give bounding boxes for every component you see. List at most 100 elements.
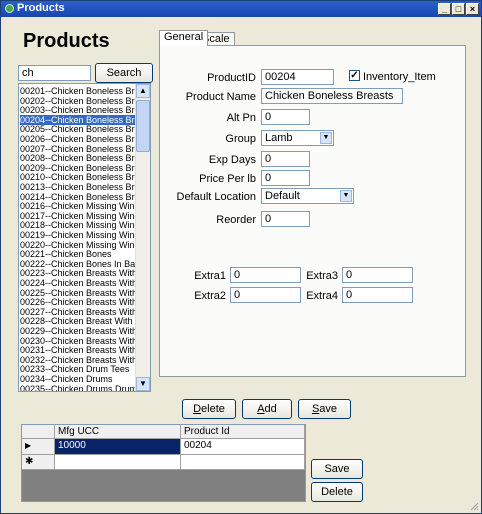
list-item[interactable]: 00204--Chicken Boneless Breasts <box>20 114 135 125</box>
list-item[interactable]: 00234--Chicken Drums <box>20 374 135 384</box>
list-item[interactable]: 00225--Chicken Breasts Without <box>20 288 135 298</box>
list-item[interactable]: 00220--Chicken Missing Wings <box>20 240 135 250</box>
list-item[interactable]: 00233--Chicken Drum Tees <box>20 364 135 374</box>
ucc-save-button[interactable]: Save <box>311 459 363 479</box>
list-item[interactable]: 00205--Chicken Boneless Breasts <box>20 124 135 134</box>
list-item[interactable]: 00209--Chicken Boneless Breasts <box>20 163 135 173</box>
save-label: ave <box>319 403 338 415</box>
group-select[interactable]: Lamb ▼ <box>261 130 334 146</box>
delete-accelerator: D <box>193 403 202 415</box>
grid-cell-product-id[interactable]: 00204 <box>181 439 305 455</box>
save-button[interactable]: Save <box>298 399 351 419</box>
extra2-field[interactable] <box>230 287 301 303</box>
list-item[interactable]: 00208--Chicken Boneless Breasts <box>20 153 135 163</box>
productid-field[interactable] <box>261 69 334 85</box>
default-location-label: Default Location <box>176 191 257 203</box>
extra4-label: Extra4 <box>306 290 338 302</box>
list-item[interactable]: 00219--Chicken Missing Wings <box>20 230 135 240</box>
minimize-button[interactable]: _ <box>438 3 451 15</box>
delete-label: elete <box>201 403 225 415</box>
price-per-lb-label: Price Per lb <box>199 173 256 185</box>
extra1-field[interactable] <box>230 267 301 283</box>
list-item[interactable]: 00207--Chicken Boneless Breasts <box>20 144 135 154</box>
search-button[interactable]: Search <box>95 63 153 83</box>
list-item[interactable]: 00210--Chicken Boneless Breasts <box>20 172 135 182</box>
list-item[interactable]: 00214--Chicken Boneless Breasts <box>20 192 135 202</box>
list-item[interactable]: 00203--Chicken Boneless Breasts <box>20 105 135 115</box>
list-item[interactable]: 00230--Chicken Breasts With Wir <box>20 336 135 346</box>
list-item[interactable]: 00206--Chicken Boneless Breasts <box>20 134 135 144</box>
list-item[interactable]: 00224--Chicken Breasts Without <box>20 278 135 288</box>
window-title: Products <box>17 2 65 14</box>
group-value: Lamb <box>265 132 293 144</box>
extra2-label: Extra2 <box>194 290 226 302</box>
row-indicator-icon[interactable]: ▶ <box>22 439 55 455</box>
list-item[interactable]: 00201--Chicken Boneless Breasts <box>20 86 135 96</box>
extra4-field[interactable] <box>342 287 413 303</box>
page-title: Products <box>23 30 110 52</box>
extra3-field[interactable] <box>342 267 413 283</box>
general-tab-panel: ProductID ✓ Inventory_Item Product Name … <box>159 45 466 377</box>
search-input[interactable] <box>18 65 91 81</box>
product-list-scrollbar[interactable]: ▲ ▼ <box>135 84 150 391</box>
column-header-mfg-ucc[interactable]: Mfg UCC <box>55 425 181 439</box>
list-item[interactable]: 00202--Chicken Boneless Breasts <box>20 96 135 106</box>
alt-pn-label: Alt Pn <box>226 112 256 124</box>
list-item[interactable]: 00228--Chicken Breast With Wing <box>20 316 135 326</box>
products-window: Products _ □ × Products Search 00201--Ch… <box>0 0 482 514</box>
chevron-down-icon[interactable]: ▼ <box>340 190 352 202</box>
add-button[interactable]: Add <box>242 399 292 419</box>
add-accelerator: A <box>257 403 265 415</box>
exp-days-label: Exp Days <box>208 154 256 166</box>
scroll-up-icon[interactable]: ▲ <box>136 84 150 98</box>
inventory-item-checkbox[interactable]: ✓ <box>349 70 360 81</box>
list-item[interactable]: 00232--Chicken Breasts With Wir <box>20 355 135 365</box>
add-label: dd <box>264 403 277 415</box>
list-item[interactable]: 00223--Chicken Breasts Without <box>20 268 135 278</box>
list-item[interactable]: 00217--Chicken Missing Wings <box>20 211 135 221</box>
tab-general[interactable]: General <box>159 30 209 46</box>
chevron-down-icon[interactable]: ▼ <box>320 132 332 144</box>
list-item[interactable]: 00218--Chicken Missing Wings <box>20 220 135 230</box>
productid-label: ProductID <box>207 72 256 84</box>
scroll-down-icon[interactable]: ▼ <box>136 377 150 391</box>
inventory-item-label: Inventory_Item <box>363 71 436 83</box>
group-label: Group <box>225 133 256 145</box>
extra1-label: Extra1 <box>194 270 226 282</box>
grid-corner <box>22 425 55 439</box>
reorder-field[interactable] <box>261 211 310 227</box>
default-location-select[interactable]: Default ▼ <box>261 188 354 204</box>
list-item[interactable]: 00235--Chicken Drums Drums An <box>20 384 135 391</box>
list-item[interactable]: 00216--Chicken Missing Wings <box>20 201 135 211</box>
new-row-icon[interactable]: ✱ <box>22 455 55 470</box>
reorder-label: Reorder <box>216 214 256 226</box>
list-item[interactable]: 00226--Chicken Breasts Without <box>20 297 135 307</box>
grid-new-cell-mfg-ucc[interactable] <box>55 455 181 470</box>
list-item[interactable]: 00227--Chicken Breasts Without <box>20 307 135 317</box>
close-button[interactable]: × <box>466 3 479 15</box>
app-icon <box>5 4 14 13</box>
extra3-label: Extra3 <box>306 270 338 282</box>
list-item[interactable]: 00213--Chicken Boneless Breast <box>20 182 135 192</box>
product-list[interactable]: 00201--Chicken Boneless Breasts00202--Ch… <box>18 83 151 392</box>
product-name-label: Product Name <box>185 91 256 103</box>
grid-new-cell-product-id[interactable] <box>181 455 305 470</box>
resize-grip-icon[interactable] <box>469 501 479 511</box>
price-per-lb-field[interactable] <box>261 170 310 186</box>
grid-cell-mfg-ucc[interactable]: 10000 <box>55 439 181 455</box>
default-location-value: Default <box>265 190 300 202</box>
list-item[interactable]: 00231--Chicken Breasts With Wir <box>20 345 135 355</box>
list-item[interactable]: 00229--Chicken Breasts With Wir <box>20 326 135 336</box>
product-name-field[interactable] <box>261 88 403 104</box>
mfg-ucc-grid[interactable]: Mfg UCC Product Id ▶ 10000 00204 ✱ <box>21 424 306 502</box>
alt-pn-field[interactable] <box>261 109 310 125</box>
list-item[interactable]: 00222--Chicken Bones In Bags <box>20 259 135 269</box>
title-bar[interactable]: Products _ □ × <box>1 1 481 17</box>
scroll-thumb[interactable] <box>136 100 150 152</box>
exp-days-field[interactable] <box>261 151 310 167</box>
ucc-delete-button[interactable]: Delete <box>311 482 363 502</box>
column-header-product-id[interactable]: Product Id <box>181 425 305 439</box>
maximize-button[interactable]: □ <box>452 3 465 15</box>
list-item[interactable]: 00221--Chicken Bones <box>20 249 135 259</box>
delete-button[interactable]: Delete <box>182 399 236 419</box>
